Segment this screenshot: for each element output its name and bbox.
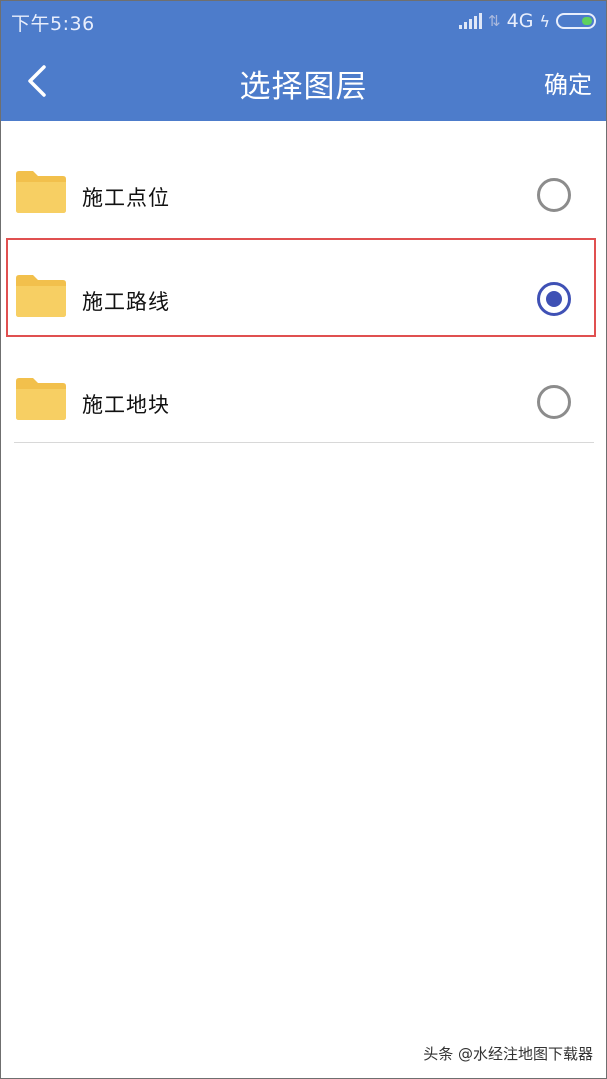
data-arrows-icon: ⇅	[488, 12, 501, 30]
watermark: 头条 @水经注地图下载器	[423, 1045, 593, 1063]
radio-button[interactable]	[537, 385, 571, 419]
layer-row[interactable]: 施工地块	[1, 339, 606, 443]
status-time: 下午5:36	[11, 13, 95, 35]
status-bar: 下午5:36 ⇅ 4G ϟ	[1, 1, 606, 41]
network-type: 4G	[506, 10, 534, 32]
layer-label: 施工点位	[82, 186, 170, 210]
signal-icon	[459, 13, 483, 29]
app-header: 下午5:36 ⇅ 4G ϟ 选择图层 确定	[1, 1, 606, 121]
layer-label: 施工路线	[82, 290, 170, 314]
layer-row[interactable]: 施工点位	[1, 132, 606, 236]
battery-icon	[556, 13, 596, 29]
folder-icon	[16, 275, 66, 317]
charging-bolt-icon: ϟ	[539, 11, 550, 31]
status-icons: ⇅ 4G ϟ	[459, 10, 596, 32]
confirm-button[interactable]: 确定	[544, 65, 592, 100]
phone-screen: 下午5:36 ⇅ 4G ϟ 选择图层 确定 施工点位 施工路线 施工地块 头条 …	[0, 0, 607, 1079]
layer-row[interactable]: 施工路线	[1, 236, 606, 340]
folder-icon	[16, 171, 66, 213]
radio-button[interactable]	[537, 178, 571, 212]
nav-bar: 选择图层 确定	[1, 41, 606, 121]
folder-icon	[16, 378, 66, 420]
layer-label: 施工地块	[82, 393, 170, 417]
radio-button-selected[interactable]	[537, 282, 571, 316]
list-divider	[14, 442, 594, 443]
page-title: 选择图层	[239, 69, 368, 105]
